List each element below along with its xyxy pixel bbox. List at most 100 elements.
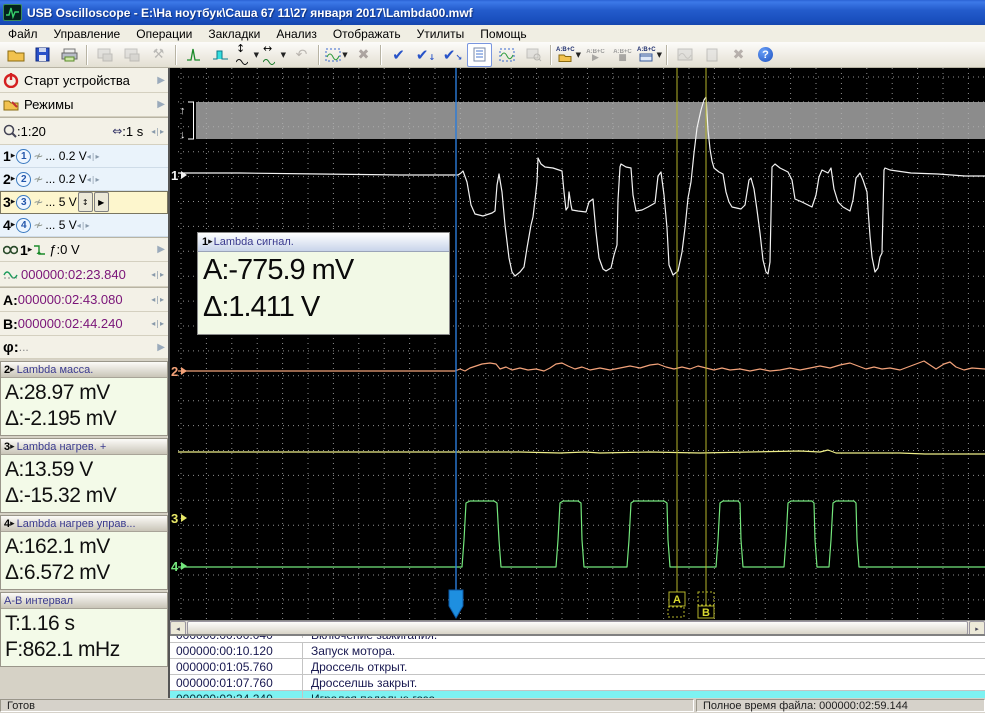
channel-row-4[interactable]: 4▸ 4 ≁ ... 5 V ◂|▸ <box>0 214 168 237</box>
channel-row-1[interactable]: 1▸ 1 ≁ ... 0.2 V ◂|▸ <box>0 145 168 168</box>
dropdown-arrow-icon[interactable]: ▼ <box>342 51 347 59</box>
band-up-arrow-icon[interactable]: ↑ <box>180 105 186 117</box>
check-apply-button[interactable]: ✔↘ <box>440 43 465 67</box>
undo-button[interactable]: ↶ <box>289 43 314 67</box>
report-page-button[interactable] <box>699 43 724 67</box>
menu-operations[interactable]: Операции <box>128 26 200 42</box>
channel-badge[interactable]: 1 <box>16 149 31 164</box>
single-shot-button[interactable] <box>181 43 206 67</box>
channel-marker-2[interactable]: 2 <box>171 364 178 379</box>
start-device-row[interactable]: Старт устройства ▶ <box>0 68 168 93</box>
channel-badge[interactable]: 4 <box>16 218 31 233</box>
dropdown-arrow-icon[interactable]: ▼ <box>657 51 662 59</box>
channel-marker-4[interactable]: 4 <box>171 559 179 574</box>
scrollbar-thumb[interactable] <box>187 621 968 635</box>
channel-range-value[interactable]: ... 5 V <box>45 218 76 232</box>
channel-row-2[interactable]: 2▸ 2 ≁ ... 0.2 V ◂|▸ <box>0 168 168 191</box>
sweep-time-row[interactable]: 000000:02:23.840 ◂|▸ <box>0 262 168 287</box>
expand-arrow-icon[interactable]: ▶ <box>157 244 165 255</box>
report-chart-button[interactable] <box>672 43 697 67</box>
measure-panel-header[interactable]: 3▸ Lambda нагрев. + <box>1 439 167 455</box>
channel-marker-3[interactable]: 3 <box>171 511 178 526</box>
abc-stop-button[interactable]: A:B+C ■ <box>610 43 635 67</box>
channel-range-value[interactable]: ... 0.2 V <box>45 149 86 163</box>
marker-b-stepper[interactable]: ◂|▸ <box>151 319 165 328</box>
channel-range-value[interactable]: ... 0.2 V <box>45 172 86 186</box>
expand-arrow-icon[interactable]: ▶ <box>157 342 165 353</box>
print-button[interactable] <box>57 43 82 67</box>
coupling-icon[interactable]: ≁ <box>33 172 43 186</box>
expand-arrow-icon[interactable]: ▶ <box>157 75 165 86</box>
chart-region-button[interactable] <box>494 43 519 67</box>
event-log[interactable]: 000000:00:00.040 Включение зажигания. 00… <box>170 634 985 700</box>
menu-help[interactable]: Помощь <box>472 26 534 42</box>
sweep-time-value[interactable]: 000000:02:23.840 <box>21 267 126 282</box>
marker-b-time[interactable]: 000000:02:44.240 <box>18 316 123 331</box>
help-button[interactable]: ? <box>753 43 778 67</box>
title-bar[interactable]: USB Oscilloscope - E:\На ноутбук\Саша 67… <box>0 0 985 25</box>
channel-range-value[interactable]: ... 5 V <box>45 195 76 209</box>
menu-display[interactable]: Отображать <box>325 26 409 42</box>
menu-file[interactable]: Файл <box>0 26 46 42</box>
cursor-readout-tooltip[interactable]: 1▸ Lambda сигнал. A:-775.9 mV Δ:1.411 V <box>197 232 450 335</box>
checklist-button[interactable] <box>467 43 492 67</box>
dropdown-arrow-icon[interactable]: ▼ <box>576 51 581 59</box>
delete-marks-button[interactable]: ✖ <box>351 43 376 67</box>
channel-badge[interactable]: 3 <box>16 195 31 210</box>
expand-arrow-icon[interactable]: ▶ <box>157 99 165 110</box>
abc-panel-button[interactable]: A:B+C ▼ <box>637 43 662 67</box>
channel-expand-button[interactable]: ▶ <box>94 192 109 212</box>
marker-a-stepper[interactable]: ◂|▸ <box>151 295 165 304</box>
menu-bookmarks[interactable]: Закладки <box>200 26 268 42</box>
oscilloscope-display[interactable]: ↑↓1234AB <box>170 68 985 620</box>
channel-row-3[interactable]: 3▸ 3 ≁ ... 5 V ↕ ▶ <box>0 191 168 214</box>
modes-row[interactable]: Режимы ▶ <box>0 93 168 117</box>
dropdown-arrow-icon[interactable]: ▼ <box>254 51 259 59</box>
time-scale-value[interactable]: :1 s <box>122 124 143 139</box>
channel-stepper[interactable]: ◂|▸ <box>87 175 101 184</box>
save-file-button[interactable] <box>30 43 55 67</box>
horizontal-scale-button[interactable]: ↔▼ <box>262 43 287 67</box>
menu-control[interactable]: Управление <box>46 26 129 42</box>
coupling-icon[interactable]: ≁ <box>33 218 43 232</box>
marker-a-row[interactable]: A: 000000:02:43.080 ◂|▸ <box>0 287 168 312</box>
chart-search-button[interactable] <box>521 43 546 67</box>
zoom-scale-value[interactable]: :1:20 <box>17 124 46 139</box>
sweep-stepper[interactable]: ◂|▸ <box>151 270 165 279</box>
open-file-button[interactable] <box>3 43 28 67</box>
log-row[interactable]: 000000:01:05.760 Дроссель открыт. <box>170 659 985 675</box>
marker-pulse-button[interactable] <box>208 43 233 67</box>
menu-utilities[interactable]: Утилиты <box>409 26 473 42</box>
log-row[interactable]: 000000:01:07.760 Дросселшь закрыт. <box>170 675 985 691</box>
trigger-level-value[interactable]: ƒ:0 V <box>49 242 79 257</box>
channel-badge[interactable]: 2 <box>16 172 31 187</box>
scale-stepper[interactable]: ◂|▸ <box>151 127 165 136</box>
channel-marker-1[interactable]: 1 <box>171 168 178 183</box>
channel-adjust-button[interactable]: ↕ <box>78 192 93 212</box>
save-image-button[interactable] <box>119 43 144 67</box>
channel-stepper[interactable]: ◂|▸ <box>77 221 91 230</box>
vertical-scale-button[interactable]: ↕▼ <box>235 43 260 67</box>
trigger-row[interactable]: 1▸ ƒ:0 V ▶ <box>0 237 168 262</box>
dropdown-arrow-icon[interactable]: ▼ <box>281 51 286 59</box>
marker-b-row[interactable]: B: 000000:02:44.240 ◂|▸ <box>0 312 168 336</box>
abc-open-button[interactable]: A:B+C ▼ <box>556 43 581 67</box>
copy-image-button[interactable] <box>92 43 117 67</box>
channel-stepper[interactable]: ◂|▸ <box>87 152 101 161</box>
marker-a-time[interactable]: 000000:02:43.080 <box>18 292 123 307</box>
phase-row[interactable]: φ: ... ▶ <box>0 336 168 359</box>
abc-play-button[interactable]: A:B+C ▶ <box>583 43 608 67</box>
measure-panel-header[interactable]: A-B интервал <box>1 593 167 609</box>
menu-analysis[interactable]: Анализ <box>268 26 325 42</box>
log-row[interactable]: 000000:00:00.040 Включение зажигания. <box>170 636 985 643</box>
check-down-button[interactable]: ✔↓ <box>413 43 438 67</box>
band-down-arrow-icon[interactable]: ↓ <box>180 129 186 141</box>
report-delete-button[interactable]: ✖ <box>726 43 751 67</box>
scale-row[interactable]: :1:20 ⇔ :1 s ◂|▸ <box>0 117 168 145</box>
horizontal-scrollbar[interactable]: ◂ ▸ <box>170 620 985 635</box>
coupling-icon[interactable]: ≁ <box>33 195 43 209</box>
measure-panel-header[interactable]: 2▸ Lambda масса. <box>1 362 167 378</box>
measure-panel-header[interactable]: 4▸ Lambda нагрев управ... <box>1 516 167 532</box>
tools-button[interactable]: ⚒ <box>146 43 171 67</box>
coupling-icon[interactable]: ≁ <box>33 149 43 163</box>
